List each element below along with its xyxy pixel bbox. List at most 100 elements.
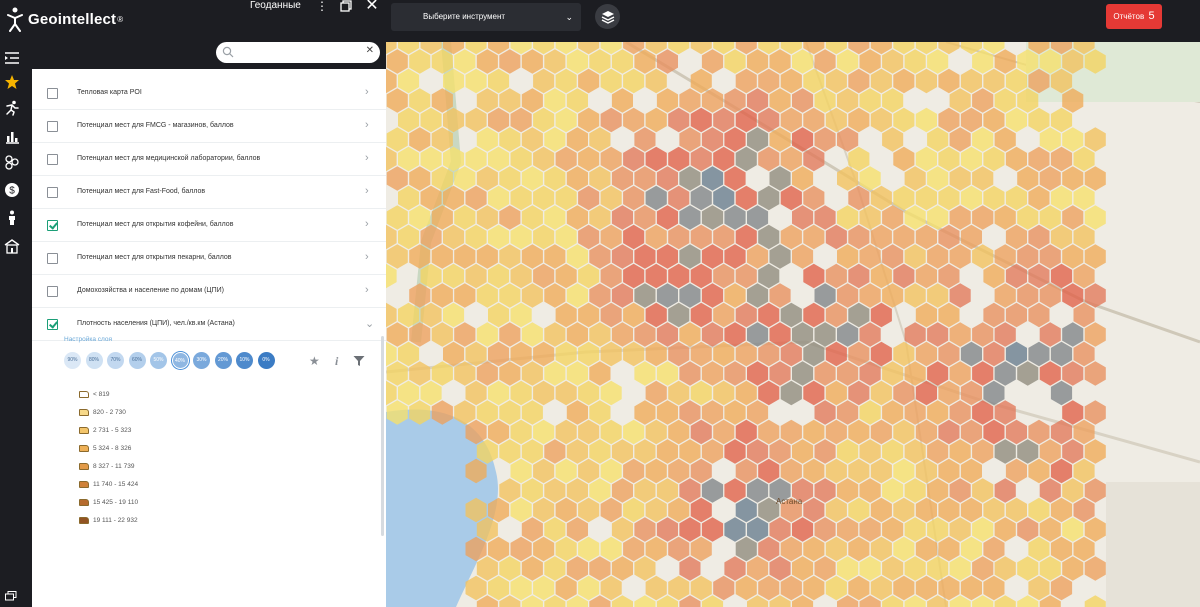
panel-header: ✕ — [32, 42, 386, 69]
opacity-option[interactable]: 0% — [257, 352, 275, 369]
legend-swatch — [79, 390, 89, 398]
layer-label: Плотность населения (ЦПИ), чел./кв.км (А… — [77, 320, 235, 327]
reports-label: Отчётов — [1113, 12, 1145, 21]
legend-label: < 819 — [93, 390, 110, 398]
layers-icon — [601, 10, 614, 24]
svg-text:$: $ — [9, 186, 15, 197]
brand-registered-mark: ® — [117, 14, 124, 24]
building-icon[interactable] — [4, 238, 20, 254]
opacity-option[interactable]: 80% — [85, 352, 103, 369]
layer-settings-title: Настройка слоя — [64, 336, 113, 343]
bar-chart-icon[interactable] — [4, 128, 20, 144]
layer-checkbox[interactable] — [47, 220, 58, 231]
window-restore-icon[interactable] — [5, 591, 17, 601]
legend-item: 2 731 - 5 323 — [79, 424, 131, 436]
brand-name: Geointellect — [28, 10, 117, 28]
logo[interactable]: Geointellect ® — [6, 5, 123, 33]
reports-count: 5 — [1148, 10, 1155, 22]
opacity-option[interactable]: 50% — [150, 352, 167, 369]
layer-label: Домохозяйства и население по домам (ЦПИ) — [77, 287, 225, 294]
chevron-right-icon[interactable]: › — [365, 119, 369, 131]
reports-button[interactable]: Отчётов 5 — [1106, 4, 1162, 29]
legend-item: < 819 — [79, 388, 109, 400]
person-icon[interactable] — [4, 210, 20, 226]
legend-label: 15 425 - 19 110 — [93, 498, 139, 506]
chevron-right-icon[interactable]: › — [365, 218, 369, 230]
chevron-right-icon[interactable]: › — [365, 86, 369, 98]
star-icon[interactable] — [4, 74, 20, 90]
layer-label: Потенциал мест для открытия кофейни, бал… — [77, 221, 234, 228]
layer-checkbox[interactable] — [47, 187, 58, 198]
layer-checkbox[interactable] — [47, 253, 58, 264]
layer-row[interactable]: Потенциал мест для открытия кофейни, бал… — [32, 210, 386, 242]
legend-label: 2 731 - 5 323 — [93, 426, 132, 434]
close-icon[interactable]: ✕ — [364, 0, 380, 14]
app-window: Geointellect ® Геоданные ⋮ ✕ Выберите ин… — [0, 0, 1200, 607]
layer-label: Потенциал мест для медицинской лаборатор… — [77, 155, 261, 162]
layer-checkbox[interactable] — [47, 286, 58, 297]
opacity-option[interactable]: 90% — [64, 352, 81, 369]
legend-swatch — [79, 408, 89, 416]
filter-icon[interactable] — [353, 355, 365, 367]
logo-figure-icon — [7, 7, 23, 32]
layers-button[interactable] — [595, 4, 620, 29]
opacity-option[interactable]: 40% — [171, 352, 189, 369]
layer-row[interactable]: Потенциал мест для медицинской лаборатор… — [32, 144, 386, 176]
chevron-right-icon[interactable]: › — [365, 251, 369, 263]
tool-select[interactable]: Выберите инструмент ⌄ — [391, 3, 581, 31]
layer-checkbox[interactable] — [47, 121, 58, 132]
tool-select-label: Выберите инструмент — [423, 12, 506, 21]
panel-scrollbar[interactable] — [381, 336, 384, 536]
legend-item: 820 - 2 730 — [79, 406, 126, 418]
info-icon[interactable]: i — [335, 354, 338, 369]
chevron-down-icon[interactable]: ⌄ — [365, 317, 374, 330]
layer-row[interactable]: Потенциал мест для открытия пекарни, бал… — [32, 243, 386, 275]
legend-item: 15 425 - 19 110 — [79, 496, 138, 508]
legend-swatch — [79, 444, 89, 452]
legend-label: 19 111 - 22 932 — [93, 516, 138, 524]
legend-label: 11 740 - 15 424 — [93, 480, 139, 488]
layer-label: Потенциал мест для FMCG - магазинов, бал… — [77, 122, 234, 129]
legend-swatch — [79, 498, 89, 506]
opacity-option[interactable]: 20% — [214, 352, 232, 369]
list-menu-icon[interactable] — [4, 50, 20, 66]
legend-swatch — [79, 516, 89, 524]
legend-label: 8 327 - 11 739 — [93, 462, 135, 470]
more-vertical-icon[interactable]: ⋮ — [314, 0, 330, 14]
opacity-option[interactable]: 70% — [107, 352, 124, 369]
chevron-right-icon[interactable]: › — [365, 185, 369, 197]
chevron-down-icon: ⌄ — [565, 12, 573, 22]
layer-row[interactable]: Потенциал мест для FMCG - магазинов, бал… — [32, 111, 386, 143]
layer-row[interactable]: Потенциал мест для Fast-Food, баллов › — [32, 177, 386, 209]
search-box[interactable]: ✕ — [216, 42, 380, 63]
favorite-star-icon[interactable]: ★ — [309, 354, 320, 368]
opacity-option[interactable]: 30% — [193, 352, 210, 369]
layer-label: Потенциал мест для открытия пекарни, бал… — [77, 254, 232, 261]
undock-window-icon[interactable] — [338, 0, 354, 14]
layer-checkbox[interactable] — [47, 154, 58, 165]
legend-label: 820 - 2 730 — [93, 408, 126, 416]
layer-label: Потенциал мест для Fast-Food, баллов — [77, 188, 206, 195]
map-layer[interactable]: Астана — [386, 42, 1200, 607]
people-network-icon[interactable] — [4, 154, 20, 170]
left-rail: $ — [0, 42, 32, 607]
layer-checkbox[interactable] — [47, 319, 58, 330]
legend-item: 8 327 - 11 739 — [79, 460, 134, 472]
layer-row[interactable]: Домохозяйства и население по домам (ЦПИ)… — [32, 276, 386, 308]
opacity-option[interactable]: 60% — [128, 352, 146, 369]
money-icon[interactable]: $ — [4, 182, 20, 198]
clear-search-icon[interactable]: ✕ — [366, 45, 374, 56]
legend-swatch — [79, 426, 89, 434]
legend-swatch — [79, 462, 89, 470]
map-canvas[interactable]: Астана — [386, 42, 1200, 607]
panel-title: Геоданные — [250, 0, 301, 11]
legend-label: 5 324 - 8 326 — [93, 444, 132, 452]
opacity-option[interactable]: 10% — [236, 352, 253, 369]
layer-row[interactable]: Тепловая карта POI › — [32, 78, 386, 110]
chevron-right-icon[interactable]: › — [365, 152, 369, 164]
legend-item: 11 740 - 15 424 — [79, 478, 138, 490]
running-person-icon[interactable] — [4, 100, 20, 116]
chevron-right-icon[interactable]: › — [365, 284, 369, 296]
layer-checkbox[interactable] — [47, 88, 58, 99]
search-icon — [222, 46, 234, 58]
